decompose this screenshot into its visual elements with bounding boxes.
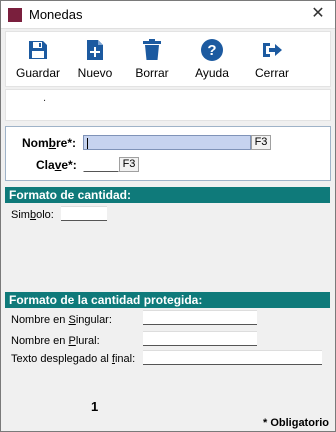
plural-label-part: lural: — [75, 335, 100, 347]
final-label-part: inal: — [114, 353, 136, 365]
singular-label-accel: S — [68, 314, 76, 326]
exit-icon — [263, 43, 282, 57]
final-label: Texto desplegado al final: — [11, 353, 135, 365]
nombre-label-accel: b — [48, 136, 57, 150]
plural-field[interactable] — [143, 331, 257, 346]
close-label: Cerrar — [254, 66, 289, 80]
simbolo-field[interactable] — [61, 206, 107, 221]
formato-protegida-header: Formato de la cantidad protegida: — [5, 292, 330, 308]
formato-cantidad-header: Formato de cantidad: — [5, 187, 330, 203]
singular-label-part: Nombre en — [11, 314, 69, 326]
page-number: 1 — [91, 399, 99, 414]
delete-button[interactable]: Borrar — [123, 36, 181, 84]
title-bar: Monedas ✕ — [1, 1, 335, 29]
singular-label-part: ingular: — [75, 314, 112, 326]
nombre-field[interactable] — [83, 135, 251, 150]
close-window-button[interactable]: ✕ — [307, 4, 329, 24]
required-note: * Obligatorio — [263, 417, 329, 429]
nombre-label-part: Nom — [22, 136, 49, 150]
help-label: Ayuda — [195, 66, 229, 80]
keys-panel: Nombre*: F3 Clave*: F3 — [5, 126, 331, 181]
close-button[interactable]: Cerrar — [243, 36, 301, 84]
simbolo-label-part: Sim — [11, 209, 30, 221]
nombre-f3-button[interactable]: F3 — [251, 135, 271, 150]
window-title: Monedas — [29, 7, 83, 22]
toolbar: Guardar Nuevo Borrar ? Ayuda Cerrar — [5, 31, 331, 87]
simbolo-label-part: olo: — [36, 209, 54, 221]
monedas-window: Monedas ✕ Guardar Nuevo Borrar ? Ayuda C… — [0, 0, 336, 432]
clave-label-part: Cla — [36, 158, 55, 172]
text-caret — [87, 138, 88, 149]
nombre-label: Nombre*: — [22, 136, 76, 150]
new-label: Nuevo — [77, 66, 113, 80]
save-button[interactable]: Guardar — [9, 36, 67, 84]
strip-mark: . — [43, 92, 47, 104]
save-icon — [29, 41, 47, 59]
final-field[interactable] — [143, 350, 322, 365]
new-document-icon — [87, 40, 103, 60]
clave-field[interactable] — [83, 157, 119, 172]
plural-label: Nombre en Plural: — [11, 335, 100, 347]
save-label: Guardar — [15, 66, 61, 80]
app-icon — [8, 8, 22, 22]
new-button[interactable]: Nuevo — [66, 36, 124, 84]
singular-label: Nombre en Singular: — [11, 314, 112, 326]
svg-text:?: ? — [207, 42, 216, 59]
singular-field[interactable] — [143, 310, 257, 325]
delete-label: Borrar — [135, 66, 169, 80]
trash-icon — [143, 39, 161, 60]
clave-label: Clave*: — [36, 158, 77, 172]
plural-label-accel: P — [68, 335, 76, 347]
plural-label-part: Nombre en — [11, 335, 69, 347]
simbolo-label: Simbolo: — [11, 209, 54, 221]
help-button[interactable]: ? Ayuda — [183, 36, 241, 84]
info-strip: . — [5, 89, 331, 121]
help-icon: ? — [201, 39, 223, 61]
clave-label-part: e*: — [61, 158, 77, 172]
clave-f3-button[interactable]: F3 — [119, 157, 139, 172]
nombre-label-part: re*: — [56, 136, 77, 150]
final-label-part: Texto desplegado al — [11, 353, 112, 365]
